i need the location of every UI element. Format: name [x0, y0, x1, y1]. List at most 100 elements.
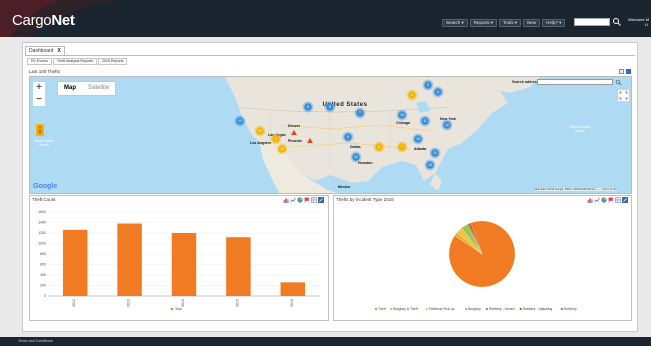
cluster-count: 13 — [238, 119, 242, 123]
map-cluster-marker[interactable]: 7 — [354, 107, 366, 119]
bar-chart-icon[interactable] — [283, 197, 289, 203]
legend-label: Burglary — [468, 307, 481, 311]
edit-icon[interactable] — [318, 197, 324, 203]
y-tick-label: 0 — [44, 294, 46, 298]
nav-help-menu[interactable]: Help? ▾ — [542, 19, 566, 27]
legend-swatch — [519, 307, 522, 311]
main-nav: Search ▾ Reports ▾ Tools ▾ New Help? ▾ — [442, 19, 566, 27]
map-cluster-marker[interactable]: 13 — [234, 115, 246, 127]
legend-swatch — [390, 307, 393, 311]
map-cluster-marker[interactable]: 15 — [276, 143, 288, 155]
cargonet-logo[interactable]: CargoNet — [12, 12, 75, 29]
x-tick-label: 2013 — [127, 299, 131, 307]
bar-2013[interactable] — [117, 223, 142, 296]
map-cluster-marker[interactable]: 10 — [412, 133, 424, 145]
map-cluster-marker[interactable]: 10 — [396, 109, 408, 121]
subtab-rv-events[interactable]: RV Events — [27, 58, 52, 65]
cluster-count: 15 — [280, 147, 284, 151]
welcome-user[interactable]: LI — [645, 22, 649, 27]
tab-dashboard-label: Dashboard — [29, 48, 54, 54]
nav-tools-menu[interactable]: Tools ▾ — [499, 19, 522, 27]
map-cluster-marker[interactable]: 5 — [342, 131, 354, 143]
map-cluster-marker[interactable]: 12 — [441, 119, 453, 131]
close-tab-icon[interactable]: X — [57, 48, 60, 54]
theft-count-title: Theft Count — [32, 197, 56, 202]
x-tick-label: 2016 — [290, 299, 294, 307]
bar-2014[interactable] — [171, 233, 197, 296]
map-panel-edit-icon[interactable] — [626, 69, 631, 74]
y-tick-label: 600 — [40, 263, 46, 267]
welcome-text: Welcome M LI — [628, 17, 649, 27]
tab-dashboard[interactable]: Dashboard X — [25, 46, 65, 55]
top-header: CargoNet Search ▾ Reports ▾ Tools ▾ New … — [0, 0, 651, 37]
map-cluster-marker[interactable]: 6 — [373, 141, 385, 153]
bar-chart-icon[interactable] — [587, 197, 593, 203]
cluster-count: 2 — [275, 137, 277, 141]
google-logo: Google — [33, 183, 57, 190]
map-cluster-marker[interactable]: 2 — [270, 133, 282, 145]
legend-swatch — [374, 307, 378, 311]
map-cluster-marker[interactable]: 12 — [350, 151, 362, 163]
y-tick-label: 400 — [40, 273, 46, 277]
cluster-count: 10 — [416, 137, 420, 141]
sub-tabs: RV Events Theft Analysis Reports 2016 Re… — [27, 58, 128, 65]
bar-2016[interactable] — [280, 282, 306, 296]
map-cluster-marker[interactable]: 3 — [406, 89, 418, 101]
cluster-count: 3 — [411, 93, 413, 97]
x-tick-label: 2015 — [235, 299, 239, 307]
y-tick-label: 1600 — [38, 210, 46, 214]
incident-type-pie-chart: Theft Burglary & Theft Fictitious Pick-up B… — [374, 220, 577, 311]
cluster-count: 10 — [400, 113, 404, 117]
map-cluster-marker[interactable]: 5 — [302, 101, 314, 113]
map-cluster-marker[interactable]: 11 — [419, 115, 431, 127]
legend-label: Year — [175, 307, 183, 311]
legend-swatch — [485, 307, 489, 311]
theft-count-bar-chart: 0 200 400 600 800 1000 1200 1400 1600 2012 2013 201… — [38, 210, 320, 311]
line-chart-icon[interactable] — [290, 197, 296, 203]
y-tick-label: 1400 — [38, 221, 46, 225]
map-attribution[interactable]: Map data ©2016 Google, INEGI, ORION-ME 5… — [535, 188, 618, 191]
legend-swatch — [465, 307, 468, 311]
nav-search-menu[interactable]: Search ▾ — [442, 19, 468, 27]
bar-2015[interactable] — [226, 237, 251, 296]
edit-icon[interactable] — [622, 197, 628, 203]
subtab-2016-reports[interactable]: 2016 Reports — [97, 58, 128, 65]
y-tick-label: 1200 — [38, 231, 46, 235]
subtab-theft-analysis[interactable]: Theft Analysis Reports — [52, 58, 97, 65]
search-icon[interactable] — [612, 17, 622, 27]
cluster-count: 6 — [378, 145, 380, 149]
theft-count-panel: Theft Count 0 200 400 600 800 1000 1200 1400 160… — [29, 195, 329, 321]
flag-icon[interactable] — [608, 197, 614, 203]
bar-2012[interactable] — [62, 229, 88, 296]
map-cluster-marker[interactable]: 13 — [424, 159, 436, 171]
legend-label: Theft — [378, 307, 386, 311]
line-chart-icon[interactable] — [594, 197, 600, 203]
incident-type-panel: Thefts by Incident Type 2016 Theft Burgla… — [333, 195, 632, 321]
map-cluster-marker[interactable] — [307, 138, 313, 143]
header-search-input[interactable] — [574, 18, 610, 26]
cluster-count: 13 — [428, 163, 432, 167]
pie-chart-icon[interactable] — [297, 197, 303, 203]
map-cluster-marker[interactable]: 2 — [422, 79, 434, 91]
table-icon[interactable] — [311, 197, 317, 203]
terms-link[interactable]: Terms and Conditions — [18, 339, 53, 343]
map-cluster-marker[interactable] — [291, 130, 297, 135]
map-panel-title: Last 100 Thefts — [29, 69, 60, 74]
flag-icon[interactable] — [304, 197, 310, 203]
map-cluster-marker[interactable]: 11 — [429, 147, 441, 159]
map-cluster-marker[interactable]: 4 — [432, 86, 444, 98]
nav-reports-menu[interactable]: Reports ▾ — [469, 19, 498, 27]
thefts-map[interactable]: + − Map Satellite Search address: North … — [29, 76, 632, 194]
map-panel-settings-icon[interactable] — [619, 69, 624, 74]
nav-new-button[interactable]: New — [523, 19, 541, 27]
table-icon[interactable] — [615, 197, 621, 203]
map-cluster-marker[interactable]: 7 — [396, 141, 408, 153]
y-tick-label: 800 — [40, 252, 46, 256]
cluster-count: 11 — [433, 151, 437, 155]
pie-chart-icon[interactable] — [601, 197, 607, 203]
map-cluster-marker[interactable]: 6 — [324, 101, 336, 113]
x-tick-label: 2012 — [72, 299, 76, 307]
y-tick-label: 200 — [40, 284, 46, 288]
map-cluster-marker[interactable]: 15 — [254, 125, 266, 137]
google-logo-text: Google — [33, 183, 58, 190]
